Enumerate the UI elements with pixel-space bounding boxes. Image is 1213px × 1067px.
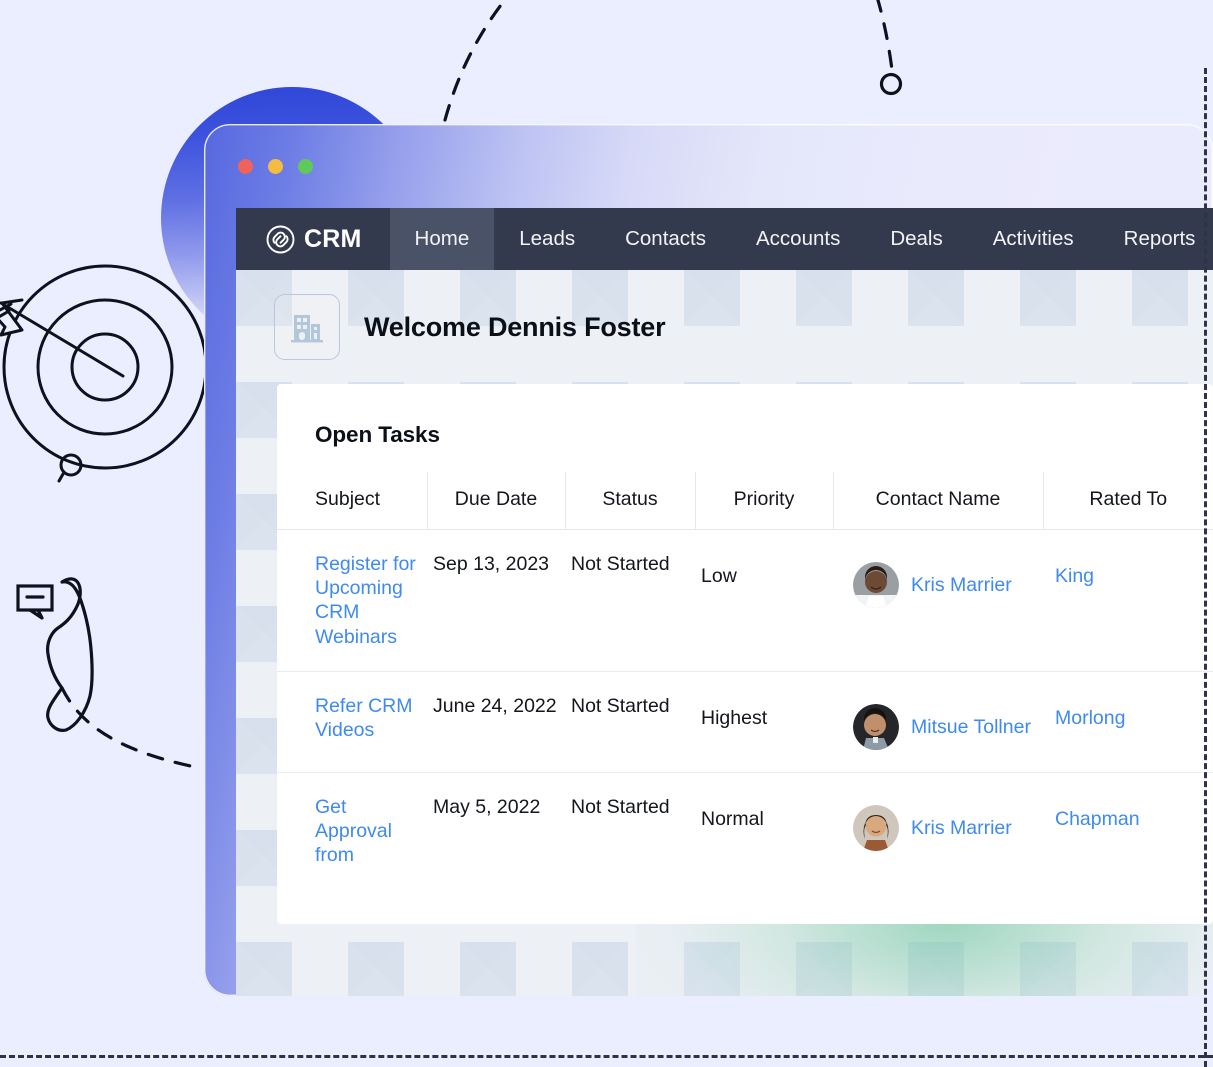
column-header-status[interactable]: Status xyxy=(565,472,696,530)
cell-priority: Highest xyxy=(695,671,833,773)
cell-contact: Kris Marrier xyxy=(833,772,1043,889)
nav-label: Contacts xyxy=(625,227,706,250)
phone-with-speech-bubble-icon xyxy=(16,577,202,770)
dashed-arc-with-dot-icon xyxy=(443,0,903,122)
cell-priority: Low xyxy=(695,529,833,672)
column-header-priority[interactable]: Priority xyxy=(695,472,834,530)
open-tasks-heading: Open Tasks xyxy=(315,422,440,447)
nav-item-leads[interactable]: Leads xyxy=(494,208,600,270)
cell-due-date: June 24, 2022 xyxy=(427,671,565,773)
rated-to-link[interactable]: Morlong xyxy=(1055,707,1125,729)
table-header-row: Subject Due Date Status Priority Contact… xyxy=(277,472,1213,530)
nav-label: Deals xyxy=(890,227,943,250)
open-tasks-card: Open Tasks Subject Due Date Status Prior… xyxy=(277,384,1213,924)
avatar xyxy=(853,562,899,608)
column-header-contact-name[interactable]: Contact Name xyxy=(833,472,1044,530)
contact-name-link[interactable]: Mitsue Tollner xyxy=(911,715,1031,739)
table-body: Register for Upcoming CRM Webinars Sep 1… xyxy=(277,529,1213,890)
table-row[interactable]: Get Approval from May 5, 2022 Not Starte… xyxy=(277,772,1213,889)
nav-item-contacts[interactable]: Contacts xyxy=(600,208,731,270)
column-header-subject[interactable]: Subject xyxy=(277,472,428,530)
nav-label: Reports xyxy=(1123,227,1196,250)
close-window-dot[interactable] xyxy=(238,158,253,174)
cell-due-date: Sep 13, 2023 xyxy=(427,529,565,672)
contact-name-link[interactable]: Kris Marrier xyxy=(911,573,1012,597)
nav-label: Activities xyxy=(992,227,1074,250)
nav-label: Home xyxy=(414,227,470,250)
cell-rated-to: King xyxy=(1043,529,1213,672)
rated-to-link[interactable]: Chapman xyxy=(1055,808,1140,830)
table-row[interactable]: Refer CRM Videos June 24, 2022 Not Start… xyxy=(277,671,1213,773)
crm-brand-label: CRM xyxy=(304,224,362,253)
column-header-due-date[interactable]: Due Date xyxy=(427,472,566,530)
crm-link-logo-icon xyxy=(266,225,295,253)
table-header: Subject Due Date Status Priority Contact… xyxy=(277,472,1213,530)
task-subject-link[interactable]: Register for Upcoming CRM Webinars xyxy=(315,553,416,648)
cell-status: Not Started xyxy=(565,671,695,773)
crm-brand[interactable]: CRM xyxy=(236,208,390,270)
nav-item-home[interactable]: Home xyxy=(389,208,495,270)
cell-subject: Refer CRM Videos xyxy=(277,671,427,773)
open-tasks-table: Subject Due Date Status Priority Contact… xyxy=(277,472,1213,889)
cell-due-date: May 5, 2022 xyxy=(433,795,541,818)
cell-rated-to: Chapman xyxy=(1043,772,1213,889)
nav-item-activities[interactable]: Activities xyxy=(968,208,1099,270)
cell-subject: Get Approval from xyxy=(277,772,427,889)
rated-to-link[interactable]: King xyxy=(1055,565,1094,587)
nav-label: Leads xyxy=(519,227,576,250)
contact-name-link[interactable]: Kris Marrier xyxy=(911,816,1012,840)
browser-window: CRM Home Leads Contacts Accounts Deals A… xyxy=(204,124,1213,996)
avatar xyxy=(853,804,899,851)
page-root: CRM Home Leads Contacts Accounts Deals A… xyxy=(0,0,1213,1067)
cell-subject: Register for Upcoming CRM Webinars xyxy=(277,529,427,672)
maximize-window-dot[interactable] xyxy=(298,158,313,174)
column-header-rated-to[interactable]: Rated To xyxy=(1043,472,1213,530)
cell-contact: Kris Marrier xyxy=(833,529,1043,672)
contact-wrapper: Mitsue Tollner xyxy=(839,694,1037,750)
office-building-icon xyxy=(291,315,323,343)
welcome-icon-container xyxy=(274,294,340,360)
cell-status: Not Started xyxy=(565,529,695,672)
table-row[interactable]: Register for Upcoming CRM Webinars Sep 1… xyxy=(277,529,1213,672)
page-title: Welcome Dennis Foster xyxy=(364,311,666,342)
contact-wrapper: Kris Marrier xyxy=(839,552,1037,608)
card-bottom-spacer xyxy=(236,924,1213,970)
cell-contact: Mitsue Tollner xyxy=(833,671,1043,773)
window-titlebar xyxy=(204,124,1213,208)
nav-label: Accounts xyxy=(756,227,841,250)
contact-wrapper: Kris Marrier xyxy=(839,795,1037,851)
nav-item-deals[interactable]: Deals xyxy=(865,208,967,270)
cell-priority: Normal xyxy=(701,807,764,830)
minimize-window-dot[interactable] xyxy=(268,158,283,174)
task-subject-link[interactable]: Get Approval from xyxy=(315,796,392,866)
nav-item-reports[interactable]: Reports xyxy=(1099,208,1213,270)
main-navigation-bar: CRM Home Leads Contacts Accounts Deals A… xyxy=(236,208,1213,270)
welcome-banner: Welcome Dennis Foster xyxy=(236,270,1213,384)
cell-status: Not Started xyxy=(571,795,670,818)
window-content: Welcome Dennis Foster Open Tasks Subject… xyxy=(236,270,1213,996)
task-subject-link[interactable]: Refer CRM Videos xyxy=(315,695,413,741)
avatar xyxy=(853,703,899,750)
nav-item-accounts[interactable]: Accounts xyxy=(731,208,865,270)
dashed-frame-bottom xyxy=(0,1055,1213,1059)
cell-rated-to: Morlong xyxy=(1043,671,1213,773)
